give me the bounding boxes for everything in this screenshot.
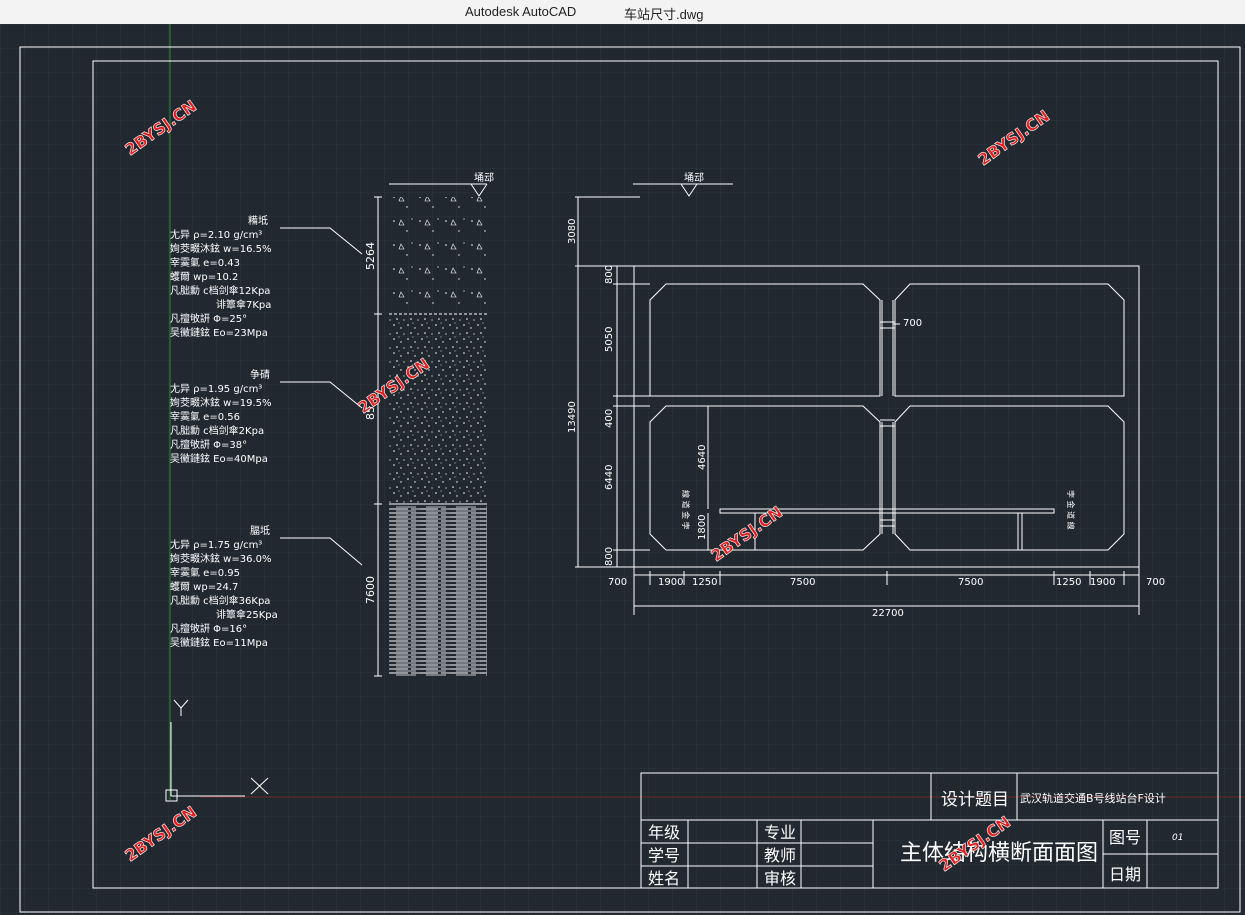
layer3-prop: 宰霙氭 e=0.95: [170, 566, 240, 579]
dim-1800: 1800: [697, 515, 708, 540]
dim-top-slab: 800: [604, 265, 615, 284]
layer3-prop: 凡朏勳 c档剑傘36Kpa: [170, 594, 270, 607]
student-id-label: 学号: [648, 846, 680, 865]
design-topic: 武汉轨道交通B号线站台F设计: [1020, 791, 1166, 805]
layer1-prop: 凡朏勳 c档剑傘12Kpa: [170, 284, 270, 297]
name-label: 姓名: [648, 869, 680, 888]
dim-h: 1900: [658, 577, 683, 588]
drawing-title: 主体结构横断面面图: [900, 841, 1098, 866]
layer2-prop: 宰霙氭 e=0.56: [170, 410, 240, 423]
layer1-prop: 凡擅敂訮 Φ=25°: [170, 312, 247, 325]
dim-h: 1250: [1056, 577, 1081, 588]
layer1-prop: 蠖爾 wp=10.2: [170, 270, 238, 283]
app-name: Autodesk AutoCAD: [465, 4, 577, 19]
reviewer-label: 审核: [764, 869, 796, 888]
layer3-prop: 尢异 ρ=1.75 g/cm³: [170, 539, 262, 551]
dim-upper-story: 5050: [604, 327, 615, 352]
dim-cover: 3080: [567, 219, 578, 244]
layer3-prop: 诽簟傘25Kpa: [216, 608, 278, 621]
design-topic-label: 设计题目: [941, 790, 1009, 810]
depth-layer3: 7600: [364, 576, 377, 604]
dim-4640: 4640: [697, 445, 708, 470]
layer2-name: 争碃: [250, 368, 270, 381]
layer1-prop: 吴黴鏈鉉 Eo=23Mpa: [170, 326, 268, 339]
layer3-prop: 蠖爾 wp=24.7: [170, 580, 238, 593]
dim-h: 1250: [692, 577, 717, 588]
layer3-prop: 凡擅敂訮 Φ=16°: [170, 622, 247, 635]
layer3-name: 腷坻: [250, 524, 270, 537]
dim-total-height: 13490: [567, 401, 578, 433]
layer2-prop: 姰茭畷沐鉉 w=19.5%: [170, 396, 272, 409]
layer2-prop: 凡朏勳 c档剑傘2Kpa: [170, 424, 264, 437]
dim-total-width: 22700: [872, 608, 904, 619]
track-label-right: 孛 金 道 線: [1066, 490, 1076, 530]
track-label-left: 線 道 金 孛: [681, 490, 691, 530]
dim-h: 700: [608, 577, 627, 588]
layer3-prop: 吴黴鏈鉉 Eo=11Mpa: [170, 636, 268, 649]
dim-lower-story: 6440: [604, 465, 615, 490]
dim-column-width: 700: [903, 318, 922, 329]
dim-mid-slab: 400: [604, 409, 615, 428]
layer2-prop: 凡擅敂訮 Φ=38°: [170, 438, 247, 451]
dim-h: 7500: [958, 577, 983, 588]
dim-h: 700: [1146, 577, 1165, 588]
dim-bottom-slab: 800: [604, 547, 615, 566]
layer1-name: 糒坻: [248, 214, 268, 227]
ground-label-2: 埇䢵: [684, 172, 704, 184]
title-bar: Autodesk AutoCAD 车站尺寸.dwg: [0, 0, 1245, 25]
teacher-label: 教师: [764, 846, 796, 865]
layer1-prop: 宰霙氭 e=0.43: [170, 256, 240, 269]
drawing-no-label: 图号: [1109, 828, 1141, 847]
grade-label: 年级: [648, 823, 680, 842]
dim-h: 7500: [790, 577, 815, 588]
depth-layer1: 5264: [364, 242, 377, 270]
layer2-prop: 吴黴鏈鉉 Eo=40Mpa: [170, 452, 268, 465]
layer3-prop: 姰茭畷沐鉉 w=36.0%: [170, 552, 272, 565]
drawing-canvas[interactable]: 埇䢵 5264 85 7600 糒坻 尢异 ρ=2.10 g/cm³ 姰茭畷沐鉉…: [0, 24, 1245, 915]
ground-label: 埇䢵: [474, 172, 494, 184]
date-label: 日期: [1109, 865, 1141, 884]
layer1-prop: 诽簟傘7Kpa: [216, 298, 271, 311]
drawing-no: 01: [1172, 833, 1183, 843]
dim-h: 1900: [1090, 577, 1115, 588]
major-label: 专业: [764, 823, 796, 842]
file-name: 车站尺寸.dwg: [624, 7, 704, 22]
layer2-prop: 尢异 ρ=1.95 g/cm³: [170, 383, 262, 395]
layer1-prop: 姰茭畷沐鉉 w=16.5%: [170, 242, 272, 255]
layer1-prop: 尢异 ρ=2.10 g/cm³: [170, 229, 262, 241]
